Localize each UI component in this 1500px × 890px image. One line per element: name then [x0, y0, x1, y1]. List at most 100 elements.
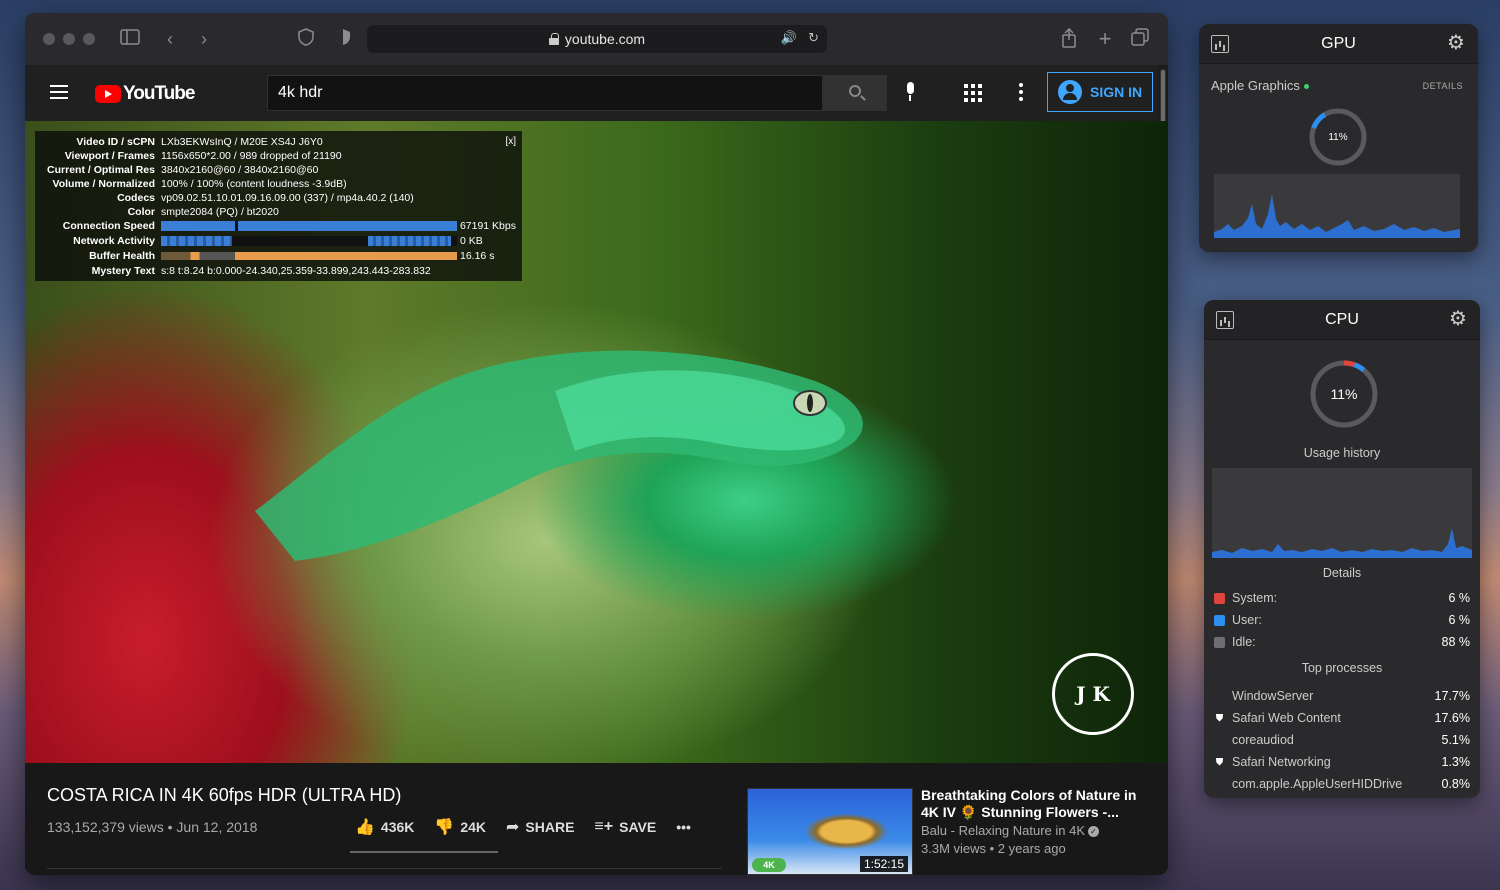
close-window-button[interactable]: [43, 33, 55, 45]
stats-label: Volume / Normalized: [52, 178, 156, 190]
gpu-details-link[interactable]: DETAILS: [1423, 81, 1463, 91]
share-label: SHARE: [525, 819, 575, 835]
reload-icon[interactable]: ↻: [808, 30, 819, 46]
more-options-icon[interactable]: [1019, 83, 1023, 101]
save-label: SAVE: [619, 819, 657, 835]
forward-icon[interactable]: ›: [193, 28, 215, 50]
minimize-window-button[interactable]: [63, 33, 75, 45]
recommended-channel[interactable]: Balu - Relaxing Nature in 4K ✓: [921, 823, 1100, 838]
stats-value: vp09.02.51.10.01.09.16.09.00 (337) / mp4…: [161, 192, 414, 204]
recommended-channel-name: Balu - Relaxing Nature in 4K: [921, 823, 1086, 838]
zoom-window-button[interactable]: [83, 33, 95, 45]
share-icon[interactable]: [1058, 27, 1080, 50]
stats-value: smpte2084 (PQ) / bt2020: [161, 206, 279, 218]
cpu-detail-system: System: 6 %: [1214, 589, 1470, 607]
youtube-header: YouTube 4k hdr SIGN IN: [25, 65, 1158, 121]
gpu-device: Apple Graphics: [1211, 78, 1309, 93]
dislike-button[interactable]: 👎 24K: [434, 817, 486, 837]
process-row[interactable]: ⛊ Safari Networking 1.3%: [1214, 753, 1470, 771]
detail-value: 6 %: [1448, 613, 1470, 627]
window-controls: [43, 33, 95, 45]
sidebar-toggle-icon[interactable]: [119, 28, 141, 50]
back-icon[interactable]: ‹: [159, 28, 181, 50]
gear-icon[interactable]: ⚙: [1446, 33, 1466, 53]
recommended-thumbnail[interactable]: 4K 1:52:15: [747, 788, 913, 875]
gear-icon[interactable]: ⚙: [1448, 309, 1468, 329]
cpu-widget-header: CPU ⚙: [1204, 300, 1480, 340]
apps-grid-icon[interactable]: [964, 84, 982, 102]
more-actions-button[interactable]: •••: [676, 819, 691, 835]
stats-label: Current / Optimal Res: [47, 164, 155, 176]
gpu-widget-title: GPU: [1321, 34, 1356, 52]
stats-value: 0 KB: [460, 235, 483, 247]
process-name: Safari Web Content: [1232, 711, 1341, 725]
search-button[interactable]: [823, 75, 887, 111]
idle-color-swatch: [1214, 636, 1225, 648]
video-info-area: COSTA RICA IN 4K 60fps HDR (ULTRA HD) 13…: [25, 763, 1168, 875]
stats-label: Codecs: [117, 192, 155, 204]
stats-row: Buffer Health 16.16 s: [41, 249, 516, 264]
system-color-swatch: [1214, 592, 1225, 604]
process-row[interactable]: WindowServer 17.7%: [1214, 687, 1470, 705]
shield-icon: ⛊: [1215, 756, 1224, 768]
new-tab-icon[interactable]: +: [1094, 28, 1116, 50]
recommended-title[interactable]: Breathtaking Colors of Nature in 4K IV 🌻…: [921, 787, 1151, 821]
menu-icon[interactable]: [50, 85, 68, 99]
process-row[interactable]: coreaudiod 5.1%: [1214, 731, 1470, 749]
stats-label: Viewport / Frames: [64, 150, 155, 162]
shield-icon: ⛊: [1215, 712, 1224, 724]
youtube-play-icon: [95, 85, 121, 103]
video-player[interactable]: [x] Video ID / sCPN LXb3EKWsInQ / M20E XS…: [25, 121, 1168, 763]
speaker-icon[interactable]: 🔊: [781, 30, 797, 46]
stats-row: Current / Optimal Res 3840x2160@60 / 3840…: [41, 163, 516, 177]
detail-name: System:: [1232, 591, 1278, 605]
share-button[interactable]: ➦ SHARE: [506, 817, 574, 837]
process-value: 0.8%: [1441, 777, 1471, 791]
top-processes-label: Top processes: [1301, 661, 1383, 675]
address-bar[interactable]: youtube.com 🔊 ↻: [367, 25, 827, 53]
stats-close-button[interactable]: [x]: [505, 136, 516, 147]
playlist-add-icon: ≡+: [594, 818, 614, 835]
like-ratio-bar: [350, 851, 498, 853]
video-frame-snake: [255, 350, 863, 561]
4k-badge: 4K: [752, 858, 786, 872]
detail-value: 6 %: [1448, 591, 1470, 605]
dislike-count: 24K: [460, 819, 486, 835]
stats-for-nerds-panel: [x] Video ID / sCPN LXb3EKWsInQ / M20E XS…: [35, 131, 522, 281]
more-actions-icon: •••: [676, 819, 691, 835]
cpu-detail-user: User: 6 %: [1214, 611, 1470, 629]
usage-history-label: Usage history: [1303, 446, 1381, 460]
watermark-text: J K: [1076, 682, 1110, 706]
stats-label: Color: [127, 206, 155, 218]
detail-value: 88 %: [1441, 635, 1471, 649]
process-row[interactable]: com.apple.AppleUserHIDDrive 0.8%: [1214, 775, 1470, 793]
save-button[interactable]: ≡+ SAVE: [594, 818, 656, 836]
chart-icon[interactable]: [1211, 35, 1229, 53]
sign-in-label: SIGN IN: [1090, 84, 1143, 100]
cpu-usage-value: 11%: [1331, 386, 1358, 402]
microphone-icon[interactable]: [905, 82, 915, 102]
safari-toolbar: ‹ › youtube.com 🔊 ↻ +: [25, 13, 1168, 65]
like-button[interactable]: 👍 436K: [355, 817, 414, 837]
search-input[interactable]: 4k hdr: [267, 75, 823, 111]
process-name: Safari Networking: [1232, 755, 1331, 769]
user-color-swatch: [1214, 614, 1225, 626]
gpu-widget-header: GPU ⚙: [1199, 24, 1478, 64]
stats-row: Volume / Normalized 100% / 100% (content …: [41, 177, 516, 191]
privacy-report-icon[interactable]: [295, 28, 317, 50]
share-arrow-icon: ➦: [506, 819, 520, 836]
stats-row: Mystery Text s:8 t:8.24 b:0.000-24.340,25…: [41, 264, 516, 278]
youtube-logo-text: YouTube: [123, 83, 195, 104]
chart-icon[interactable]: [1216, 311, 1234, 329]
like-count: 436K: [380, 819, 415, 835]
channel-watermark-logo[interactable]: J K: [1052, 653, 1134, 735]
process-row[interactable]: ⛊ Safari Web Content 17.6%: [1214, 709, 1470, 727]
stats-value: LXb3EKWsInQ / M20E XS4J J6Y0: [161, 136, 323, 148]
sign-in-button[interactable]: SIGN IN: [1047, 72, 1153, 112]
gpu-widget: GPU ⚙ Apple Graphics DETAILS 11%: [1199, 24, 1478, 252]
shield-icon[interactable]: [332, 28, 354, 50]
youtube-logo[interactable]: YouTube: [95, 83, 195, 105]
tab-overview-icon[interactable]: [1129, 28, 1151, 50]
stats-value: 100% / 100% (content loudness -3.9dB): [161, 178, 347, 190]
stats-value: 3840x2160@60 / 3840x2160@60: [161, 164, 319, 176]
